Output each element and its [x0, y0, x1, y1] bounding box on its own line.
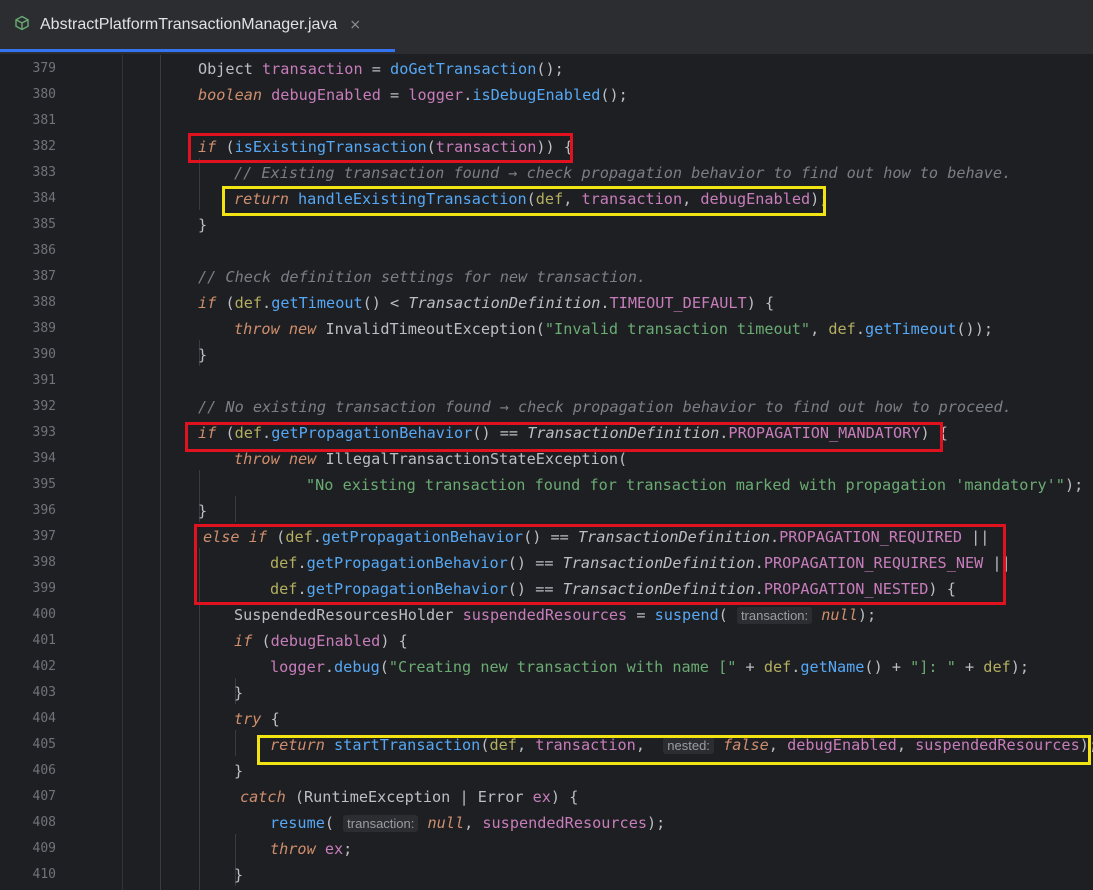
code-text: } [198, 346, 208, 364]
line-number: 382 [32, 139, 56, 154]
code-text: try { [234, 710, 280, 728]
code-line-402: 402 logger.debug("Creating new transacti… [0, 654, 1093, 680]
code-line-403: 403 } [0, 680, 1093, 706]
line-number: 389 [32, 321, 56, 336]
code-comment: // Check definition settings for new tra… [198, 268, 647, 286]
line-number: 385 [32, 217, 56, 232]
line-number: 410 [32, 867, 56, 882]
code-comment: // Existing transaction found → check pr… [234, 164, 1012, 182]
yellow-highlight-box [222, 186, 826, 216]
line-number: 393 [32, 425, 56, 440]
line-number: 383 [32, 165, 56, 180]
code-text: if (def.getTimeout() < TransactionDefini… [198, 294, 775, 312]
code-line-381: 381 [0, 108, 1093, 134]
code-line-390: 390 } [0, 342, 1093, 368]
line-number: 387 [32, 269, 56, 284]
code-text: throw ex; [270, 840, 353, 858]
code-line-383: 383 // Existing transaction found → chec… [0, 160, 1093, 186]
yellow-highlight-box [257, 735, 1091, 765]
line-number: 380 [32, 87, 56, 102]
code-line-395: 395 "No existing transaction found for t… [0, 472, 1093, 498]
line-number: 392 [32, 399, 56, 414]
code-editor[interactable]: 379 Object transaction = doGetTransactio… [0, 55, 1093, 890]
line-number: 396 [32, 503, 56, 518]
line-number: 403 [32, 685, 56, 700]
code-line-400: 400 SuspendedResourcesHolder suspendedRe… [0, 602, 1093, 628]
code-line-408: 408 resume( transaction: null, suspended… [0, 810, 1093, 836]
line-number: 398 [32, 555, 56, 570]
code-line-392: 392 // No existing transaction found → c… [0, 394, 1093, 420]
parameter-hint: transaction: [343, 815, 419, 832]
code-line-396: 396 } [0, 498, 1093, 524]
line-number: 407 [32, 789, 56, 804]
line-number: 397 [32, 529, 56, 544]
line-number: 406 [32, 763, 56, 778]
code-text: "No existing transaction found for trans… [306, 476, 1084, 494]
code-text: throw new InvalidTimeoutException("Inval… [234, 320, 993, 338]
code-line-380: 380 boolean debugEnabled = logger.isDebu… [0, 82, 1093, 108]
code-line-389: 389 throw new InvalidTimeoutException("I… [0, 316, 1093, 342]
code-text: Object transaction = doGetTransaction(); [198, 60, 564, 78]
line-number: 402 [32, 659, 56, 674]
code-text: boolean debugEnabled = logger.isDebugEna… [198, 86, 628, 104]
editor-tab-bar: AbstractPlatformTransactionManager.java … [0, 0, 1093, 55]
tab-title: AbstractPlatformTransactionManager.java [40, 15, 338, 33]
code-text: } [198, 502, 208, 520]
code-line-407: 407 catch (RuntimeException | Error ex) … [0, 784, 1093, 810]
code-line-379: 379 Object transaction = doGetTransactio… [0, 56, 1093, 82]
line-number: 379 [32, 61, 56, 76]
line-number: 384 [32, 191, 56, 206]
code-line-410: 410 } [0, 862, 1093, 888]
code-line-388: 388 if (def.getTimeout() < TransactionDe… [0, 290, 1093, 316]
line-number: 401 [32, 633, 56, 648]
line-number: 400 [32, 607, 56, 622]
line-number: 395 [32, 477, 56, 492]
code-line-404: 404 try { [0, 706, 1093, 732]
line-number: 386 [32, 243, 56, 258]
line-number: 390 [32, 347, 56, 362]
code-line-409: 409 throw ex; [0, 836, 1093, 862]
red-highlight-box [188, 133, 573, 163]
line-number: 405 [32, 737, 56, 752]
code-line-386: 386 [0, 238, 1093, 264]
code-text: catch (RuntimeException | Error ex) { [240, 788, 579, 806]
red-highlight-box [194, 524, 1006, 605]
code-text: logger.debug("Creating new transaction w… [270, 658, 1030, 676]
java-class-icon [14, 15, 30, 35]
line-number: 391 [32, 373, 56, 388]
red-highlight-box [185, 422, 943, 452]
parameter-hint: transaction: [736, 607, 813, 624]
code-line-391: 391 [0, 368, 1093, 394]
line-number: 409 [32, 841, 56, 856]
line-number: 404 [32, 711, 56, 726]
code-line-401: 401 if (debugEnabled) { [0, 628, 1093, 654]
code-text: } [198, 216, 208, 234]
line-number: 408 [32, 815, 56, 830]
line-number: 381 [32, 113, 56, 128]
line-number: 399 [32, 581, 56, 596]
code-text: } [234, 762, 244, 780]
line-number: 388 [32, 295, 56, 310]
code-text: resume( transaction: null, suspendedReso… [270, 814, 666, 832]
close-icon[interactable]: × [349, 17, 361, 33]
code-line-387: 387 // Check definition settings for new… [0, 264, 1093, 290]
code-text: if (debugEnabled) { [234, 632, 408, 650]
code-text: } [234, 684, 244, 702]
code-text: SuspendedResourcesHolder suspendedResour… [234, 606, 877, 624]
tab-abstract-platform-transaction-manager[interactable]: AbstractPlatformTransactionManager.java … [0, 0, 395, 52]
line-number: 394 [32, 451, 56, 466]
code-text: } [234, 866, 244, 884]
code-comment: // No existing transaction found → check… [198, 398, 1012, 416]
